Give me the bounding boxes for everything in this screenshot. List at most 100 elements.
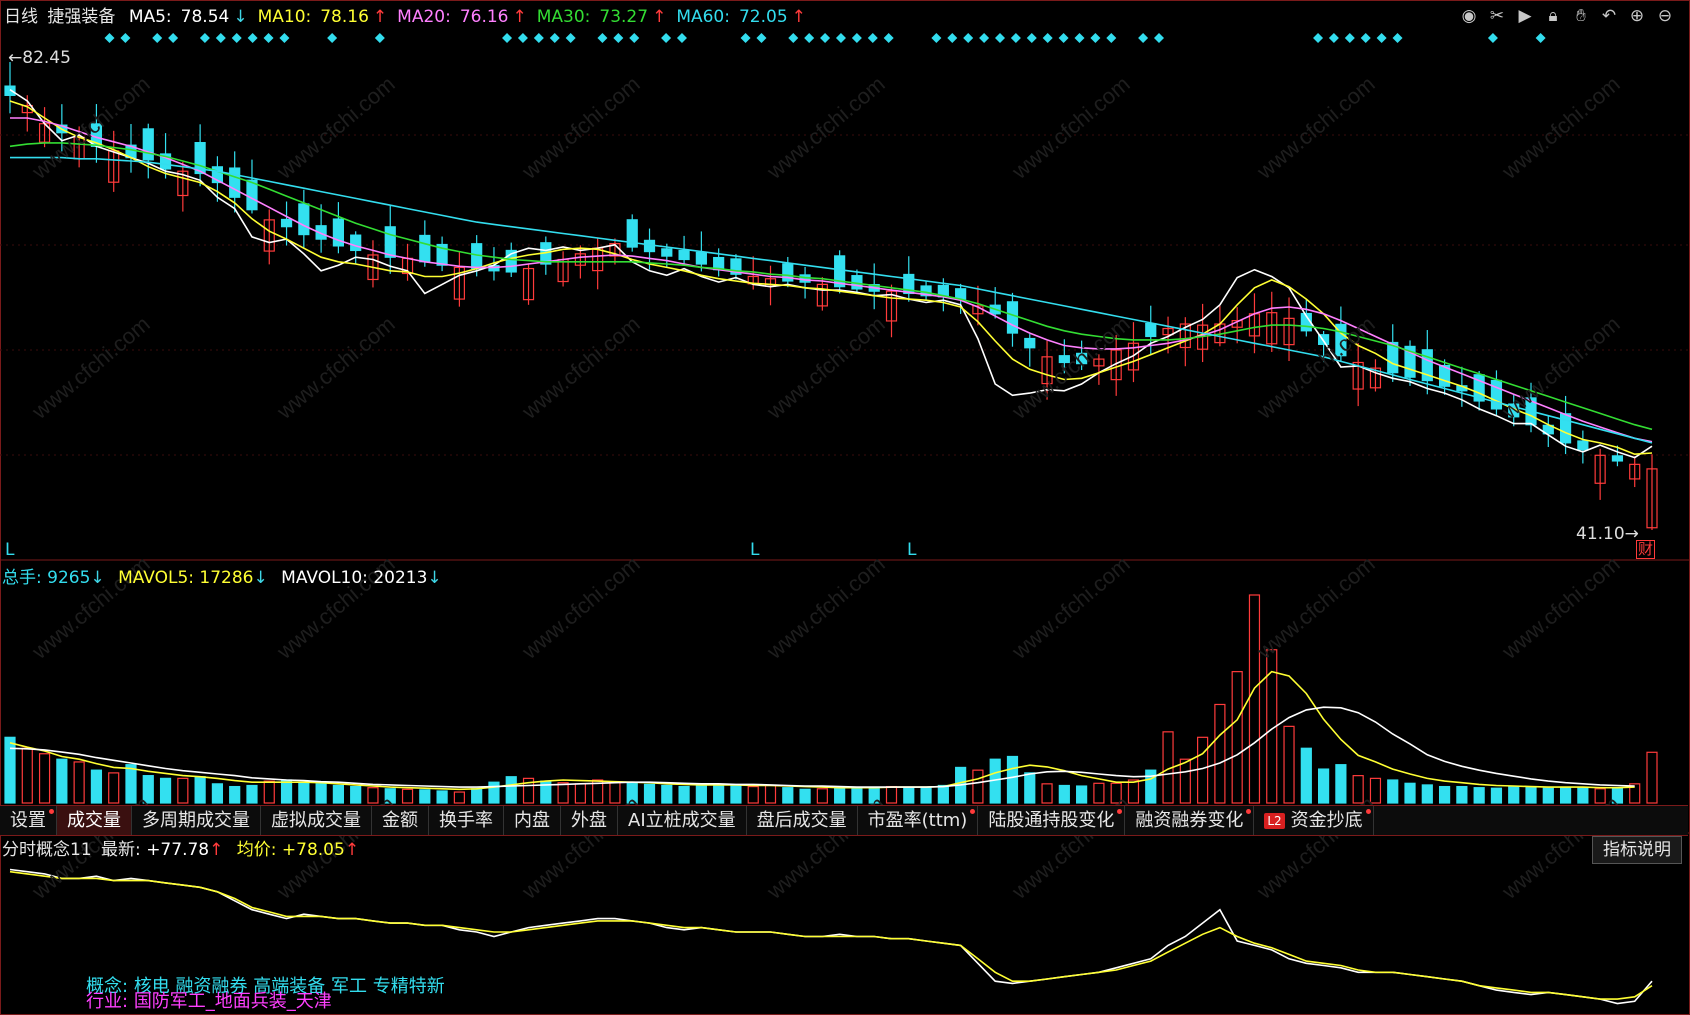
signal-diamond-icon <box>1487 33 1498 43</box>
volume-bar <box>661 784 673 804</box>
volume-bar <box>937 784 949 804</box>
signal-diamond-icon <box>517 33 528 43</box>
watermark-text: www.cfchi.com <box>26 311 154 424</box>
signal-diamond-icon <box>740 33 751 43</box>
tab-label: 设置 <box>10 810 46 831</box>
tab-label: 多周期成交量 <box>142 810 250 831</box>
l-marker[interactable]: L <box>5 540 14 560</box>
signal-diamond-icon <box>1138 33 1149 43</box>
volume-bar <box>678 785 690 804</box>
mavol-line <box>9 706 1635 788</box>
signal-diamond-icon <box>279 33 290 43</box>
volume-bar <box>851 787 863 804</box>
tab-item[interactable]: 陆股通持股变化 <box>978 806 1126 835</box>
volume-bar <box>229 785 241 804</box>
signal-diamond-icon <box>994 33 1005 43</box>
signal-diamond-icon <box>168 33 179 43</box>
volume-bar <box>488 781 500 804</box>
indicator-help-button[interactable]: 指标说明 <box>1592 836 1682 864</box>
watermark-text: www.cfchi.com <box>761 551 889 664</box>
volume-bar <box>332 784 344 804</box>
signal-diamond-icon <box>963 33 974 43</box>
volume-bar <box>1335 764 1347 804</box>
industry-line: 行业: 国防军工_地面兵装_天津 <box>86 987 332 1013</box>
l-marker[interactable]: L <box>907 540 916 560</box>
volume-bar <box>108 772 120 804</box>
tab-label: 盘后成交量 <box>756 810 847 831</box>
signal-diamond-icon <box>1154 33 1165 43</box>
tab-item[interactable]: 市盈率(ttm) <box>858 806 979 835</box>
signal-diamond-icon <box>247 33 258 43</box>
watermark-text: www.cfchi.com <box>26 71 154 184</box>
signal-diamond-icon <box>549 33 560 43</box>
volume-bar <box>1404 782 1416 804</box>
signal-diamond-icon <box>661 33 672 43</box>
tab-label: 成交量 <box>67 810 121 831</box>
signal-diamond-icon <box>565 33 576 43</box>
volume-bar <box>471 788 483 804</box>
signal-diamond-icon <box>1042 33 1053 43</box>
candle-body <box>384 226 396 258</box>
tab-item[interactable]: L2 资金抄底 <box>1254 806 1374 835</box>
tab-item[interactable]: 换手率 <box>429 806 504 835</box>
tab-item[interactable]: AI立桩成交量 <box>618 806 747 835</box>
tab-item[interactable]: 融资融券变化 <box>1125 806 1255 835</box>
signal-diamond-icon <box>1058 33 1069 43</box>
volume-bar <box>401 788 414 804</box>
signal-diamond-icon <box>152 33 163 43</box>
candle-body <box>1006 301 1019 334</box>
latest-label: 最新: <box>101 840 141 860</box>
volume-bar <box>1438 785 1451 804</box>
price-high-marker: ←82.45 <box>8 48 71 68</box>
price-low-label: 41.10 <box>1576 524 1625 544</box>
signal-diamond-icon <box>1392 33 1403 43</box>
signal-diamond-icon <box>1360 33 1371 43</box>
tab-item[interactable]: 金额 <box>372 806 429 835</box>
tab-item[interactable]: 设置 <box>0 806 57 835</box>
l-marker[interactable]: L <box>750 540 759 560</box>
tab-item[interactable]: 盘后成交量 <box>747 806 858 835</box>
volume-bar <box>1421 784 1433 804</box>
tab-label: 外盘 <box>571 810 607 831</box>
volume-bar <box>21 747 33 804</box>
candle-body <box>4 85 16 96</box>
tab-label: 市盈率(ttm) <box>867 810 968 831</box>
volume-bar <box>1197 736 1209 804</box>
candle-body <box>419 234 431 263</box>
watermark-text: www.cfchi.com <box>1496 551 1624 664</box>
watermark-text: www.cfchi.com <box>1006 551 1134 664</box>
volume-bar <box>280 779 293 804</box>
tab-item[interactable]: 多周期成交量 <box>132 806 261 835</box>
signal-diamond-icon <box>1535 33 1546 43</box>
total-label: 总手: <box>2 568 42 588</box>
tab-item[interactable]: 内盘 <box>504 806 561 835</box>
volume-bar <box>90 769 103 804</box>
tab-item[interactable]: 成交量 <box>57 806 132 835</box>
watermark-text: www.cfchi.com <box>1006 71 1134 184</box>
tab-item[interactable]: 外盘 <box>561 806 618 835</box>
industry-value[interactable]: 国防军工_地面兵装_天津 <box>134 991 332 1012</box>
chart-canvas[interactable]: www.cfchi.com www.cfchi.com www.cfchi.com w… <box>0 0 1690 1015</box>
volume-bar <box>298 781 310 804</box>
signal-diamond-icon <box>1344 33 1355 43</box>
volume-bar <box>505 776 517 804</box>
indicator-header: 分时概念11 最新: +77.78↑ 均价: +78.05↑ <box>2 839 363 861</box>
signal-diamond-icon <box>597 33 608 43</box>
volume-bar <box>1127 779 1140 804</box>
total-arrow: ↓ <box>90 568 105 588</box>
volume-bar <box>1490 787 1503 804</box>
volume-bar <box>1300 747 1312 804</box>
candle-body <box>661 248 673 257</box>
volume-bar <box>1542 787 1554 804</box>
volume-bar <box>73 761 85 804</box>
volume-bar <box>4 736 16 804</box>
volume-bar <box>1231 671 1243 804</box>
mavol5-label: MAVOL5: <box>118 568 194 588</box>
candle-body <box>1559 413 1572 444</box>
finance-marker[interactable]: 财 <box>1636 540 1656 559</box>
signal-diamond-icon <box>883 33 894 43</box>
price-high-label: 82.45 <box>22 48 71 68</box>
tab-item[interactable]: 虚拟成交量 <box>261 806 372 835</box>
volume-bar <box>350 785 362 804</box>
indicator-title: 分时概念11 <box>2 840 92 860</box>
